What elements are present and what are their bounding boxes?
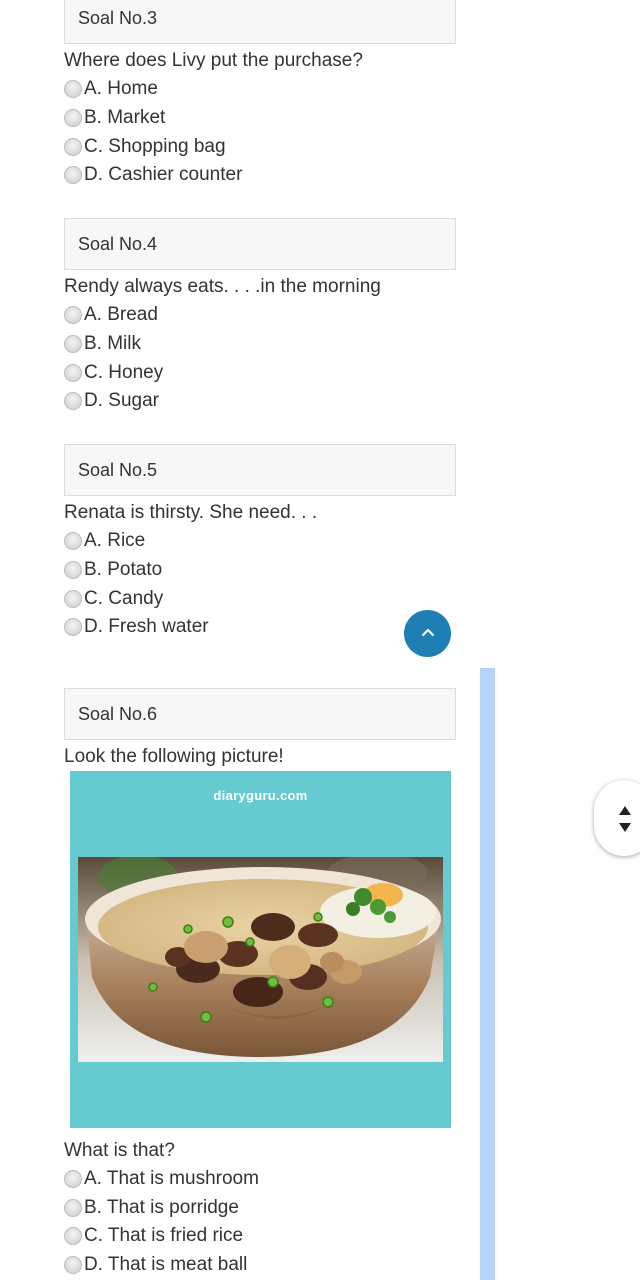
question-6-option-a[interactable]: A. That is mushroom [64, 1167, 259, 1191]
question-6-intro: Look the following picture! [64, 746, 284, 767]
radio-button[interactable] [64, 138, 82, 156]
question-5-number: Soal No.5 [78, 459, 158, 480]
option-label: C. Shopping bag [84, 136, 226, 157]
question-4-option-a[interactable]: A. Bread [64, 303, 158, 327]
chevron-up-icon [420, 625, 436, 643]
question-6-image: diaryguru.com [70, 771, 451, 1128]
question-5-option-c[interactable]: C. Candy [64, 587, 163, 611]
radio-button[interactable] [64, 1227, 82, 1245]
option-label: B. Market [84, 107, 166, 128]
radio-button[interactable] [64, 392, 82, 410]
option-label: C. Honey [84, 362, 164, 383]
porridge-bowl-photo [78, 857, 443, 1062]
question-5-option-d[interactable]: D. Fresh water [64, 615, 209, 639]
question-6-header: Soal No.6 [64, 688, 456, 740]
option-label: B. Potato [84, 559, 163, 580]
question-4-header: Soal No.4 [64, 218, 456, 270]
radio-button[interactable] [64, 109, 82, 127]
question-5-option-a[interactable]: A. Rice [64, 529, 145, 553]
question-3-header: Soal No.3 [64, 0, 456, 44]
question-6-text: What is that? [64, 1140, 175, 1161]
option-label: A. Bread [84, 304, 158, 325]
radio-button[interactable] [64, 1256, 82, 1274]
question-3-option-c[interactable]: C. Shopping bag [64, 135, 226, 159]
question-6-option-c[interactable]: C. That is fried rice [64, 1224, 243, 1248]
radio-button[interactable] [64, 561, 82, 579]
question-4-text: Rendy always eats. . . .in the morning [64, 276, 381, 297]
option-label: A. Rice [84, 530, 146, 551]
radio-button[interactable] [64, 1170, 82, 1188]
radio-button[interactable] [64, 364, 82, 382]
radio-button[interactable] [64, 166, 82, 184]
question-4-number: Soal No.4 [78, 233, 158, 254]
option-label: A. That is mushroom [84, 1168, 259, 1189]
radio-button[interactable] [64, 532, 82, 550]
radio-button[interactable] [64, 80, 82, 98]
question-6-option-b[interactable]: B. That is porridge [64, 1196, 239, 1220]
question-3-text: Where does Livy put the purchase? [64, 50, 363, 71]
question-3-number: Soal No.3 [78, 7, 158, 28]
question-3-option-b[interactable]: B. Market [64, 106, 165, 130]
option-label: A. Home [84, 78, 158, 99]
question-4-option-c[interactable]: C. Honey [64, 361, 163, 385]
image-watermark: diaryguru.com [213, 788, 308, 803]
option-label: D. Cashier counter [84, 164, 243, 185]
scrollbar[interactable] [480, 668, 495, 1280]
question-5-text: Renata is thirsty. She need. . . [64, 502, 318, 523]
radio-button[interactable] [64, 335, 82, 353]
question-6-number: Soal No.6 [78, 703, 158, 724]
question-6-option-d[interactable]: D. That is meat ball [64, 1253, 247, 1277]
option-label: B. That is porridge [84, 1197, 239, 1218]
question-5-option-b[interactable]: B. Potato [64, 558, 162, 582]
page-scroll-control[interactable] [594, 780, 640, 856]
question-3-option-a[interactable]: A. Home [64, 77, 158, 101]
radio-button[interactable] [64, 590, 82, 608]
question-4-option-b[interactable]: B. Milk [64, 332, 141, 356]
radio-button[interactable] [64, 1199, 82, 1217]
scroll-to-top-button[interactable] [404, 610, 451, 657]
option-label: B. Milk [84, 333, 141, 354]
option-label: D. That is meat ball [84, 1254, 248, 1275]
question-5-header: Soal No.5 [64, 444, 456, 496]
radio-button[interactable] [64, 618, 82, 636]
up-down-arrows-icon [618, 804, 632, 839]
option-label: C. That is fried rice [84, 1225, 244, 1246]
question-4-option-d[interactable]: D. Sugar [64, 389, 159, 413]
question-3-option-d[interactable]: D. Cashier counter [64, 163, 242, 187]
option-label: D. Sugar [84, 390, 159, 411]
option-label: D. Fresh water [84, 616, 209, 637]
radio-button[interactable] [64, 306, 82, 324]
option-label: C. Candy [84, 588, 164, 609]
